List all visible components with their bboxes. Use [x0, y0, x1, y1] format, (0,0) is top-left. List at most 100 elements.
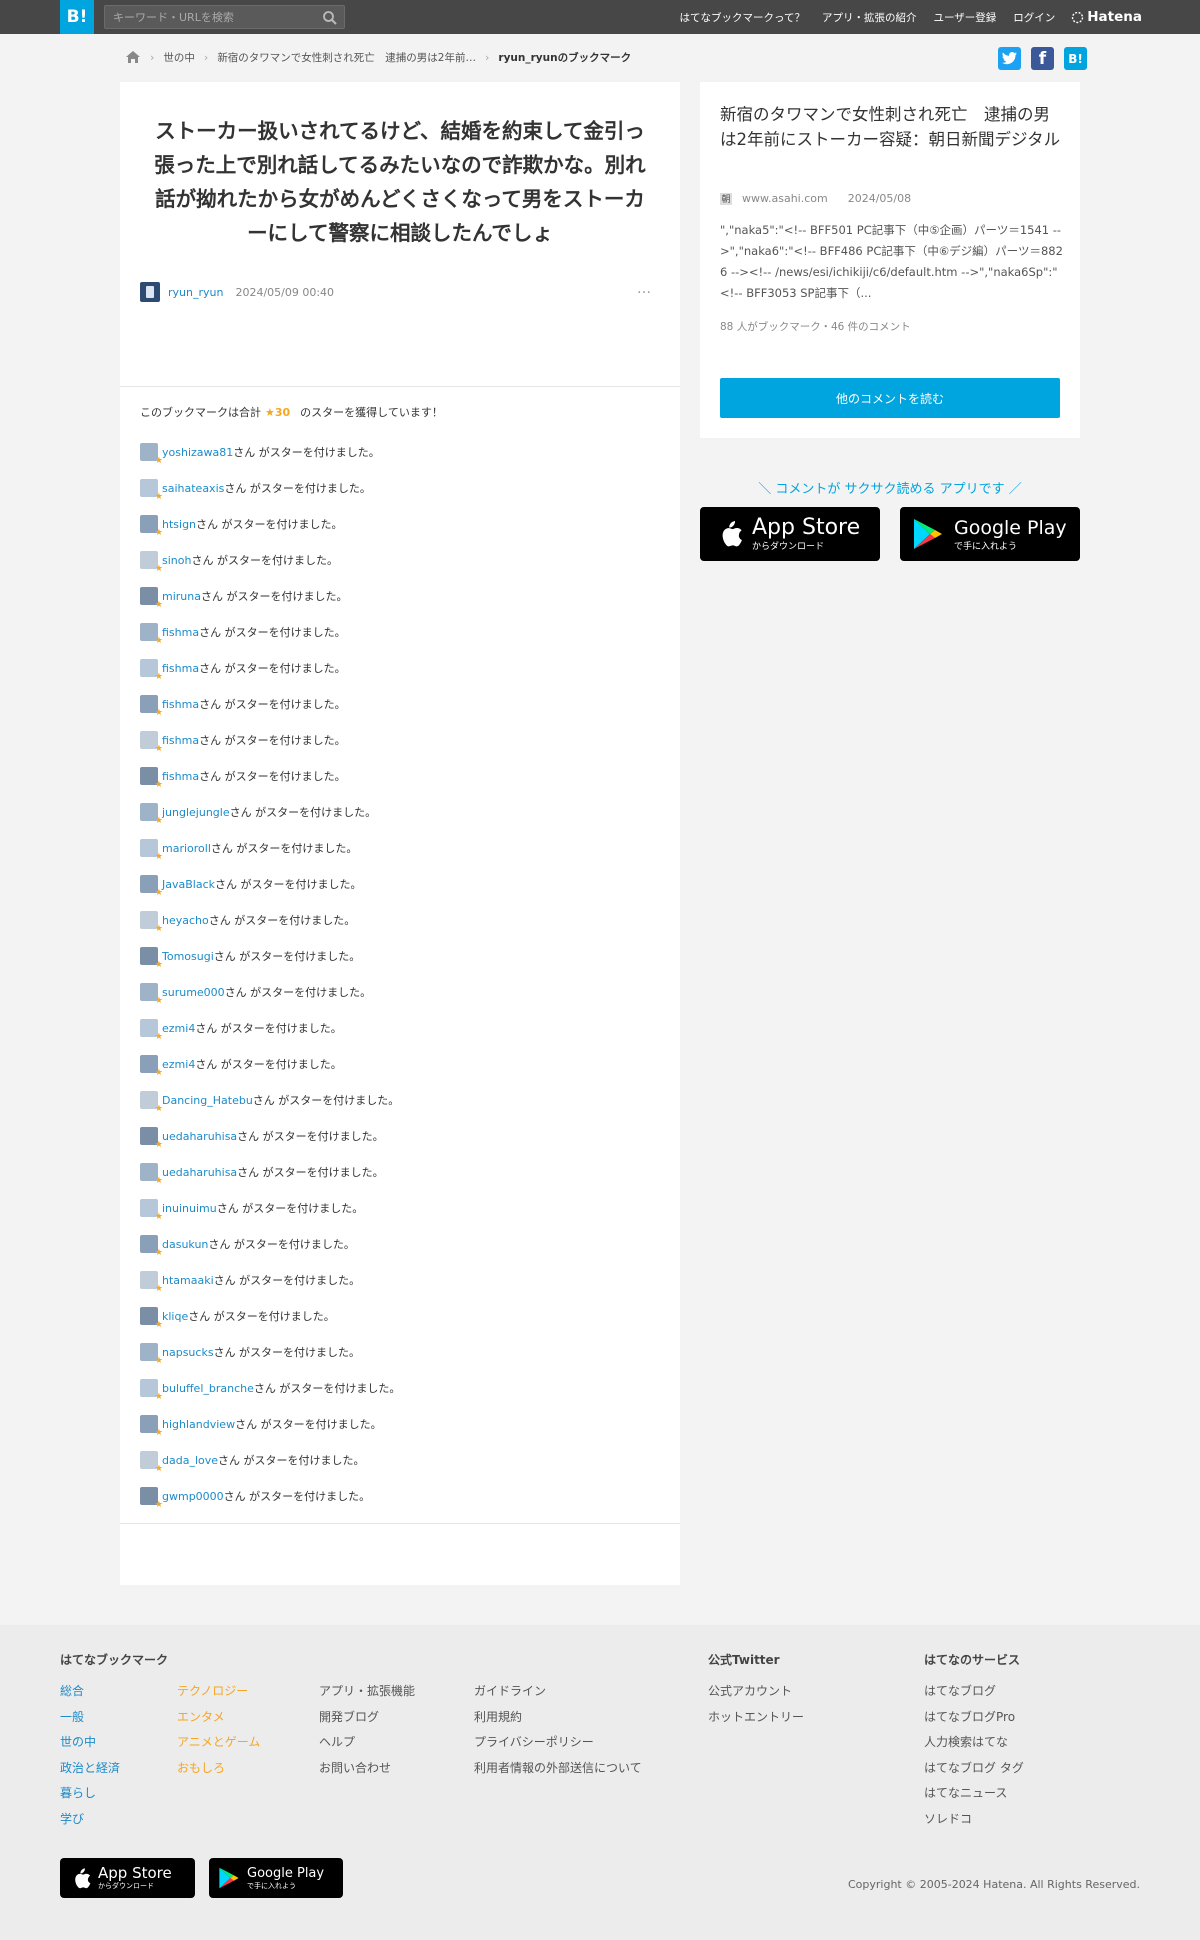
footer-google-play-button[interactable]: Google Play で手に入れよう	[209, 1858, 343, 1898]
search-input[interactable]	[113, 6, 313, 28]
avatar[interactable]: ★	[140, 803, 163, 826]
footer-link[interactable]: プライバシーポリシー	[474, 1730, 642, 1756]
more-menu-icon[interactable]: …	[637, 281, 652, 297]
star-user-name-link[interactable]: highlandview	[162, 1418, 235, 1431]
star-user-name-link[interactable]: kliqe	[162, 1310, 188, 1323]
star-user-name-link[interactable]: fishma	[162, 662, 199, 675]
avatar[interactable]: ★	[140, 983, 163, 1006]
avatar[interactable]: ★	[140, 695, 163, 718]
facebook-share-button[interactable]: f	[1031, 47, 1054, 70]
avatar[interactable]: ★	[140, 875, 163, 898]
footer-cat-link[interactable]: 暮らし	[60, 1781, 168, 1807]
read-more-comments-button[interactable]: 他のコメントを読む	[720, 378, 1060, 418]
star-user-name-link[interactable]: ezmi4	[162, 1022, 195, 1035]
avatar[interactable]: ★	[140, 1415, 163, 1438]
entry-domain[interactable]: www.asahi.com	[742, 192, 828, 205]
search-icon[interactable]	[322, 10, 338, 26]
star-user-name-link[interactable]: fishma	[162, 770, 199, 783]
footer-cat-link[interactable]: 政治と経済	[60, 1756, 168, 1782]
footer-link[interactable]: ガイドライン	[474, 1679, 642, 1705]
star-user-name-link[interactable]: uedaharuhisa	[162, 1166, 237, 1179]
star-user-name-link[interactable]: napsucks	[162, 1346, 214, 1359]
avatar[interactable]: ★	[140, 1379, 163, 1402]
avatar[interactable]: ★	[140, 1091, 163, 1114]
star-user-name-link[interactable]: heyacho	[162, 914, 209, 927]
footer-link[interactable]: はてなニュース	[924, 1781, 1024, 1807]
app-store-button[interactable]: App Store からダウンロード	[700, 507, 880, 561]
star-user-name-link[interactable]: miruna	[162, 590, 201, 603]
star-user-name-link[interactable]: JavaBlack	[162, 878, 215, 891]
avatar[interactable]	[140, 282, 160, 302]
star-user-name-link[interactable]: Tomosugi	[162, 950, 214, 963]
footer-link[interactable]: アプリ・拡張機能	[319, 1679, 415, 1705]
avatar[interactable]: ★	[140, 839, 163, 862]
avatar[interactable]: ★	[140, 767, 163, 790]
avatar[interactable]: ★	[140, 1163, 163, 1186]
footer-link[interactable]: 利用規約	[474, 1705, 642, 1731]
footer-link[interactable]: 人力検索はてな	[924, 1730, 1024, 1756]
avatar[interactable]: ★	[140, 623, 163, 646]
star-user-name-link[interactable]: dada_love	[162, 1454, 218, 1467]
avatar[interactable]: ★	[140, 911, 163, 934]
avatar[interactable]: ★	[140, 443, 163, 466]
footer-cat-link[interactable]: テクノロジー	[177, 1679, 260, 1705]
breadcrumb-entry[interactable]: 新宿のタワマンで女性刺され死亡 逮捕の男は2年前…	[217, 50, 476, 65]
nav-apps[interactable]: アプリ・拡張の紹介	[822, 10, 917, 25]
footer-link[interactable]: はてなブログ タグ	[924, 1756, 1024, 1782]
star-user-name-link[interactable]: ezmi4	[162, 1058, 195, 1071]
avatar[interactable]: ★	[140, 1451, 163, 1474]
nav-about[interactable]: はてなブックマークって？	[679, 10, 804, 25]
avatar[interactable]: ★	[140, 1019, 163, 1042]
footer-link[interactable]: ソレドコ	[924, 1807, 1024, 1833]
google-play-button[interactable]: Google Play で手に入れよう	[900, 507, 1080, 561]
home-icon[interactable]	[125, 50, 141, 64]
breadcrumb-category[interactable]: 世の中	[163, 50, 195, 65]
star-user-name-link[interactable]: htamaaki	[162, 1274, 214, 1287]
entry-title-link[interactable]: 新宿のタワマンで女性刺され死亡 逮捕の男は2年前にストーカー容疑：朝日新聞デジタ…	[720, 102, 1065, 152]
footer-cat-link[interactable]: エンタメ	[177, 1705, 260, 1731]
avatar[interactable]: ★	[140, 1199, 163, 1222]
star-user-name-link[interactable]: yoshizawa81	[162, 446, 233, 459]
hatena-bookmark-logo[interactable]: B!	[60, 0, 94, 34]
avatar[interactable]: ★	[140, 1307, 163, 1330]
star-user-name-link[interactable]: saihateaxis	[162, 482, 224, 495]
star-user-name-link[interactable]: fishma	[162, 698, 199, 711]
star-user-name-link[interactable]: junglejungle	[162, 806, 230, 819]
user-name-link[interactable]: ryun_ryun	[168, 286, 223, 299]
star-user-name-link[interactable]: buluffel_branche	[162, 1382, 254, 1395]
footer-cat-link[interactable]: 一般	[60, 1705, 168, 1731]
avatar[interactable]: ★	[140, 551, 163, 574]
footer-cat-link[interactable]: アニメとゲーム	[177, 1730, 260, 1756]
hatena-link[interactable]: Hatena	[1071, 9, 1142, 25]
footer-cat-link[interactable]: 総合	[60, 1679, 168, 1705]
avatar[interactable]: ★	[140, 587, 163, 610]
footer-app-store-button[interactable]: App Store からダウンロード	[60, 1858, 195, 1898]
avatar[interactable]: ★	[140, 1487, 163, 1510]
footer-link[interactable]: ヘルプ	[319, 1730, 415, 1756]
avatar[interactable]: ★	[140, 947, 163, 970]
footer-link[interactable]: お問い合わせ	[319, 1756, 415, 1782]
footer-link[interactable]: 公式アカウント	[708, 1679, 804, 1705]
avatar[interactable]: ★	[140, 1127, 163, 1150]
star-user-name-link[interactable]: sinoh	[162, 554, 191, 567]
twitter-share-button[interactable]	[998, 47, 1021, 70]
star-user-name-link[interactable]: marioroll	[162, 842, 211, 855]
star-user-name-link[interactable]: htsign	[162, 518, 196, 531]
bookmark-timestamp[interactable]: 2024/05/09 00:40	[235, 286, 334, 299]
footer-cat-link[interactable]: おもしろ	[177, 1756, 260, 1782]
avatar[interactable]: ★	[140, 515, 163, 538]
star-user-name-link[interactable]: inuinuimu	[162, 1202, 217, 1215]
footer-link[interactable]: 利用者情報の外部送信について	[474, 1756, 642, 1782]
star-user-name-link[interactable]: surume000	[162, 986, 225, 999]
avatar[interactable]: ★	[140, 1235, 163, 1258]
star-user-name-link[interactable]: uedaharuhisa	[162, 1130, 237, 1143]
footer-cat-link[interactable]: 学び	[60, 1807, 168, 1833]
footer-link[interactable]: はてなブログPro	[924, 1705, 1024, 1731]
avatar[interactable]: ★	[140, 1343, 163, 1366]
avatar[interactable]: ★	[140, 1055, 163, 1078]
footer-cat-link[interactable]: 世の中	[60, 1730, 168, 1756]
avatar[interactable]: ★	[140, 479, 163, 502]
star-user-name-link[interactable]: Dancing_Hatebu	[162, 1094, 253, 1107]
star-user-name-link[interactable]: dasukun	[162, 1238, 208, 1251]
star-user-name-link[interactable]: fishma	[162, 734, 199, 747]
